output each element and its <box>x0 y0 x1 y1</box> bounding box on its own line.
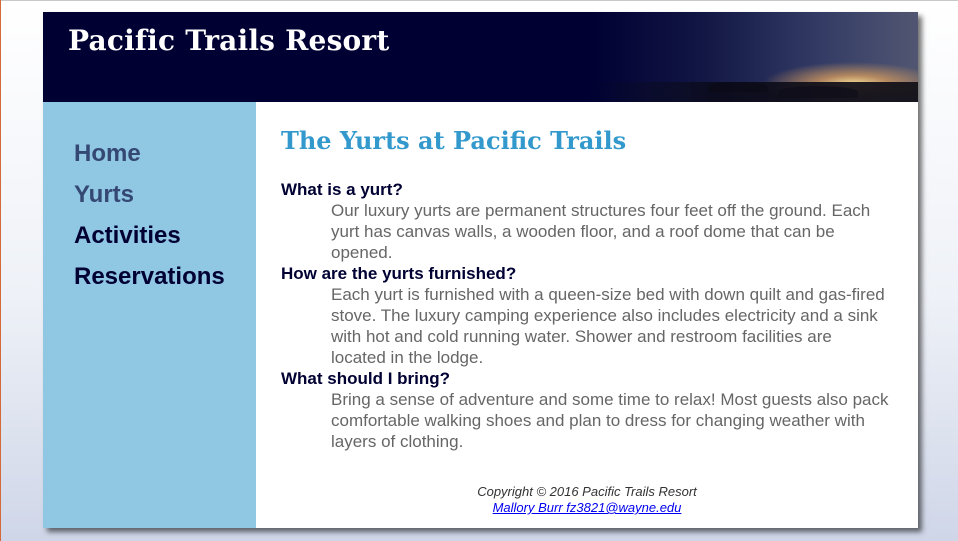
site-footer: Copyright © 2016 Pacific Trails Resort M… <box>256 484 918 516</box>
faq-answer: Our luxury yurts are permanent structure… <box>331 201 871 262</box>
header-shore-shape <box>588 82 918 102</box>
footer-contact-link[interactable]: Mallory Burr fz3821@wayne.edu <box>493 500 682 515</box>
nav-link-activities[interactable]: Activities <box>74 222 181 249</box>
nav-link-home[interactable]: Home <box>74 140 141 167</box>
header-sunset-image <box>588 12 918 102</box>
faq-question: How are the yurts furnished? <box>281 264 517 283</box>
faq-list: What is a yurt? Our luxury yurts are per… <box>281 179 891 452</box>
nav-item-yurts: Yurts <box>74 174 225 215</box>
nav-link-yurts[interactable]: Yurts <box>74 181 134 208</box>
faq-question: What should I bring? <box>281 369 451 388</box>
nav-item-home: Home <box>74 133 225 174</box>
footer-contact: Mallory Burr fz3821@wayne.edu <box>256 500 918 516</box>
site-title: Pacific Trails Resort <box>68 24 390 57</box>
main-content: The Yurts at Pacific Trails What is a yu… <box>256 102 918 528</box>
page-heading: The Yurts at Pacific Trails <box>281 126 627 155</box>
footer-copyright: Copyright © 2016 Pacific Trails Resort <box>477 484 697 499</box>
window-left-border <box>0 0 1 541</box>
site-header: Pacific Trails Resort <box>43 12 918 102</box>
window-top-border <box>0 0 958 1</box>
nav-list: Home Yurts Activities Reservations <box>74 133 225 297</box>
nav-link-reservations[interactable]: Reservations <box>74 263 225 290</box>
sidebar-nav: Home Yurts Activities Reservations <box>43 102 256 528</box>
faq-answer: Each yurt is furnished with a queen-size… <box>331 285 885 367</box>
faq-answer: Bring a sense of adventure and some time… <box>331 390 889 451</box>
page-wrapper: Pacific Trails Resort Home Yurts Activit… <box>43 12 918 528</box>
nav-item-activities: Activities <box>74 215 225 256</box>
nav-item-reservations: Reservations <box>74 256 225 297</box>
faq-question: What is a yurt? <box>281 180 403 199</box>
